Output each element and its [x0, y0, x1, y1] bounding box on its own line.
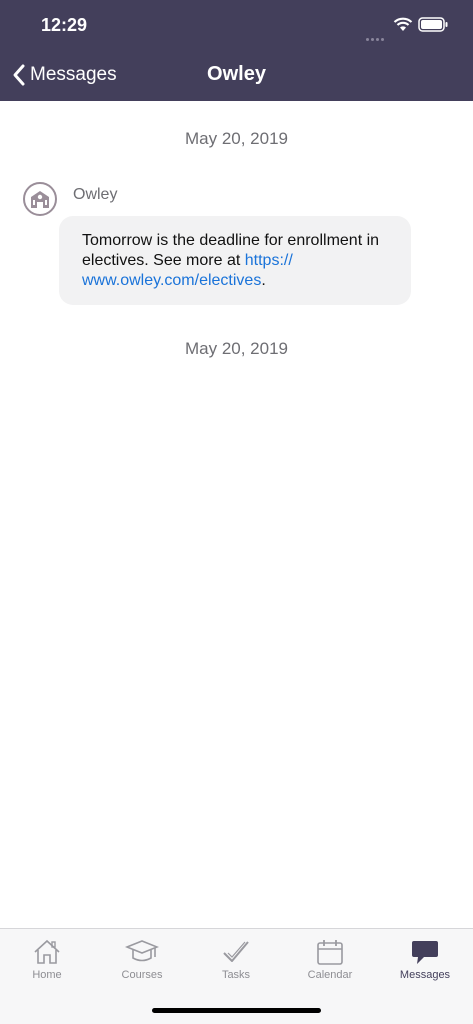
tab-tasks[interactable]: Tasks	[189, 929, 283, 991]
message-text-end: .	[261, 272, 266, 289]
wifi-icon	[393, 17, 413, 31]
home-icon	[34, 939, 60, 964]
checkmark-icon	[223, 941, 249, 962]
battery-icon	[418, 17, 448, 32]
status-time: 12:29	[41, 15, 88, 35]
navigation-bar: Messages Owley	[0, 50, 473, 101]
graduation-cap-icon	[125, 940, 159, 962]
tab-courses[interactable]: Courses	[95, 929, 189, 991]
school-building-icon	[31, 191, 49, 208]
tab-label: Calendar	[307, 969, 353, 981]
tab-label: Courses	[121, 969, 163, 981]
message-bubble: Tomorrow is the deadline for enrollment …	[59, 216, 411, 305]
date-separator: May 20, 2019	[184, 339, 288, 358]
date-separator: May 20, 2019	[184, 129, 288, 148]
avatar[interactable]	[23, 182, 57, 216]
tab-label: Home	[32, 969, 62, 981]
home-indicator[interactable]	[152, 1008, 321, 1013]
page-title: Owley	[207, 63, 266, 85]
tab-label: Messages	[399, 969, 451, 981]
status-bar: 12:29	[0, 0, 473, 50]
message-text: Tomorrow is the deadline for enrollment …	[82, 232, 380, 269]
tab-calendar[interactable]: Calendar	[283, 929, 377, 991]
cellular-signal-icon	[366, 28, 386, 41]
chat-bubble-icon	[412, 941, 438, 964]
tab-home[interactable]: Home	[0, 929, 94, 991]
tab-label: Tasks	[221, 969, 251, 981]
tab-messages[interactable]: Messages	[378, 929, 472, 991]
calendar-icon	[317, 940, 343, 965]
sender-name: Owley	[73, 186, 118, 203]
